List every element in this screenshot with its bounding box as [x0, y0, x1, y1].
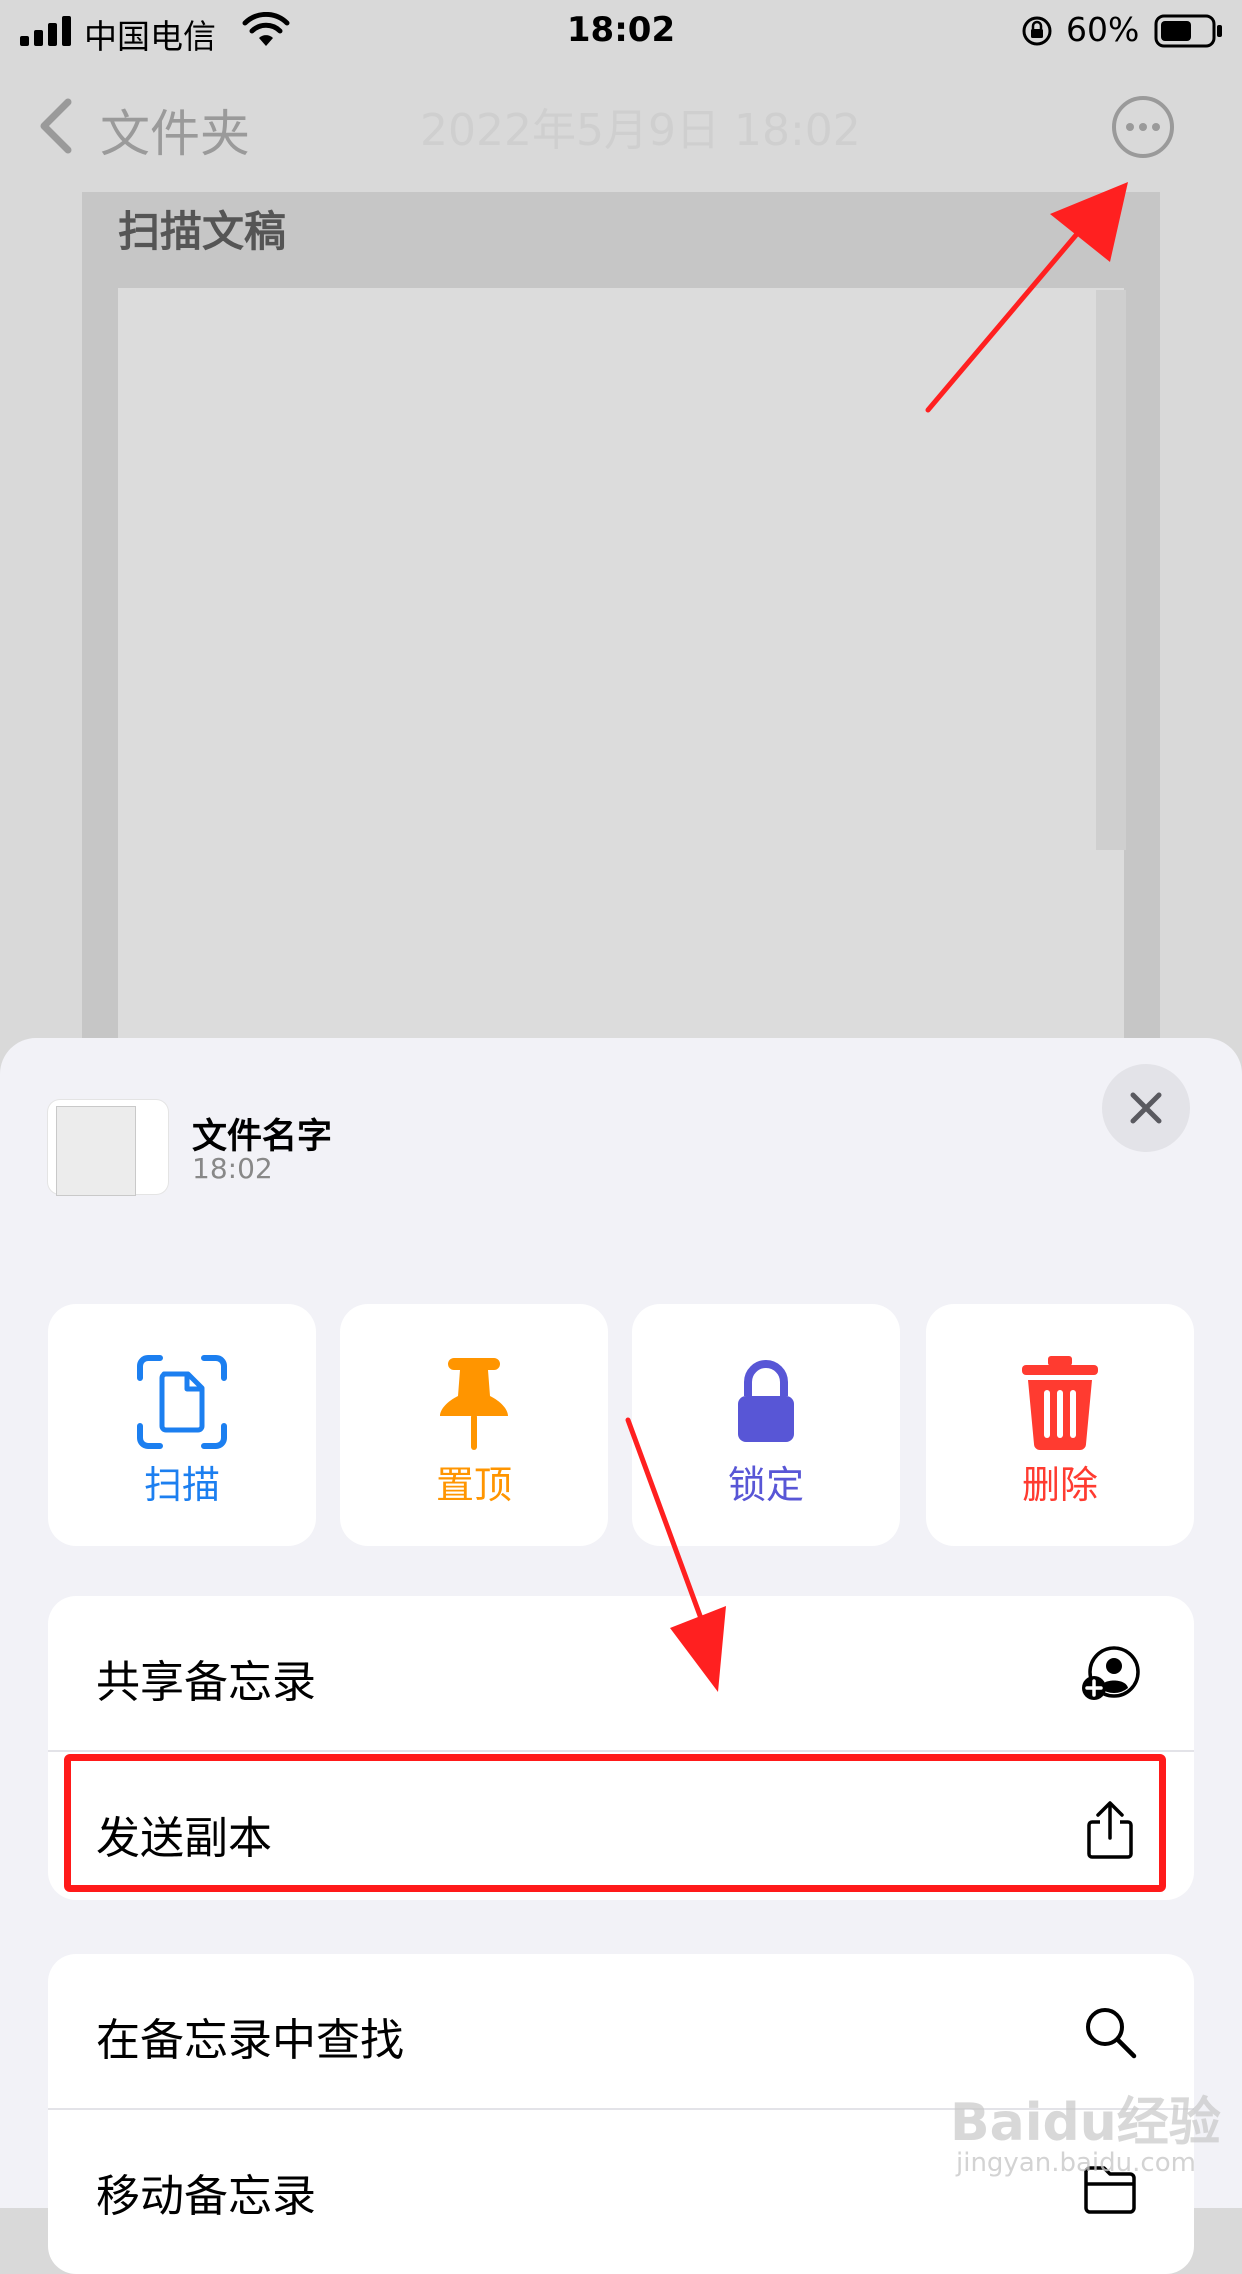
delete-action-tile[interactable]: 删除: [926, 1304, 1194, 1546]
search-icon: [1086, 2008, 1137, 2059]
battery-percent: 60%: [1066, 10, 1140, 49]
back-button[interactable]: 文件夹: [100, 94, 250, 166]
annotation-arrow-to-more: [925, 182, 1128, 413]
move-note-label: 移动备忘录: [96, 2171, 316, 2222]
scan-document-icon: [137, 1355, 227, 1449]
pin-icon: [440, 1358, 508, 1450]
find-in-note-label: 在备忘录中查找: [96, 2015, 404, 2066]
pin-action-label: 置顶: [435, 1463, 512, 1507]
scan-document-title: 扫描文稿: [118, 207, 287, 256]
note-thumbnail-page: [56, 1106, 136, 1196]
annotation-arrow-to-send-copy: [625, 1417, 726, 1692]
orientation-lock-icon: [1022, 16, 1052, 46]
delete-action-label: 删除: [1021, 1463, 1098, 1507]
pin-action-tile[interactable]: 置顶: [340, 1304, 608, 1546]
trash-icon: [1022, 1356, 1098, 1450]
scan-action-label: 扫描: [143, 1463, 220, 1507]
add-person-icon: [1082, 1646, 1140, 1700]
close-sheet-button[interactable]: [1102, 1064, 1190, 1152]
close-icon: [1130, 1092, 1162, 1124]
send-copy-highlight-box: [64, 1754, 1166, 1892]
status-time: 18:02: [566, 10, 676, 50]
note-file-time: 18:02: [192, 1152, 273, 1185]
share-note-label: 共享备忘录: [96, 1657, 316, 1708]
note-date-title: 2022年5月9日 18:02: [420, 105, 861, 156]
chevron-left-icon[interactable]: [36, 96, 76, 156]
more-options-icon[interactable]: [1110, 94, 1176, 160]
baidu-watermark: Baidu经验: [950, 2093, 1221, 2153]
baidu-watermark-url: jingyan.baidu.com: [956, 2148, 1196, 2178]
scan-action-tile[interactable]: 扫描: [48, 1304, 316, 1546]
battery-icon: [1154, 14, 1222, 48]
